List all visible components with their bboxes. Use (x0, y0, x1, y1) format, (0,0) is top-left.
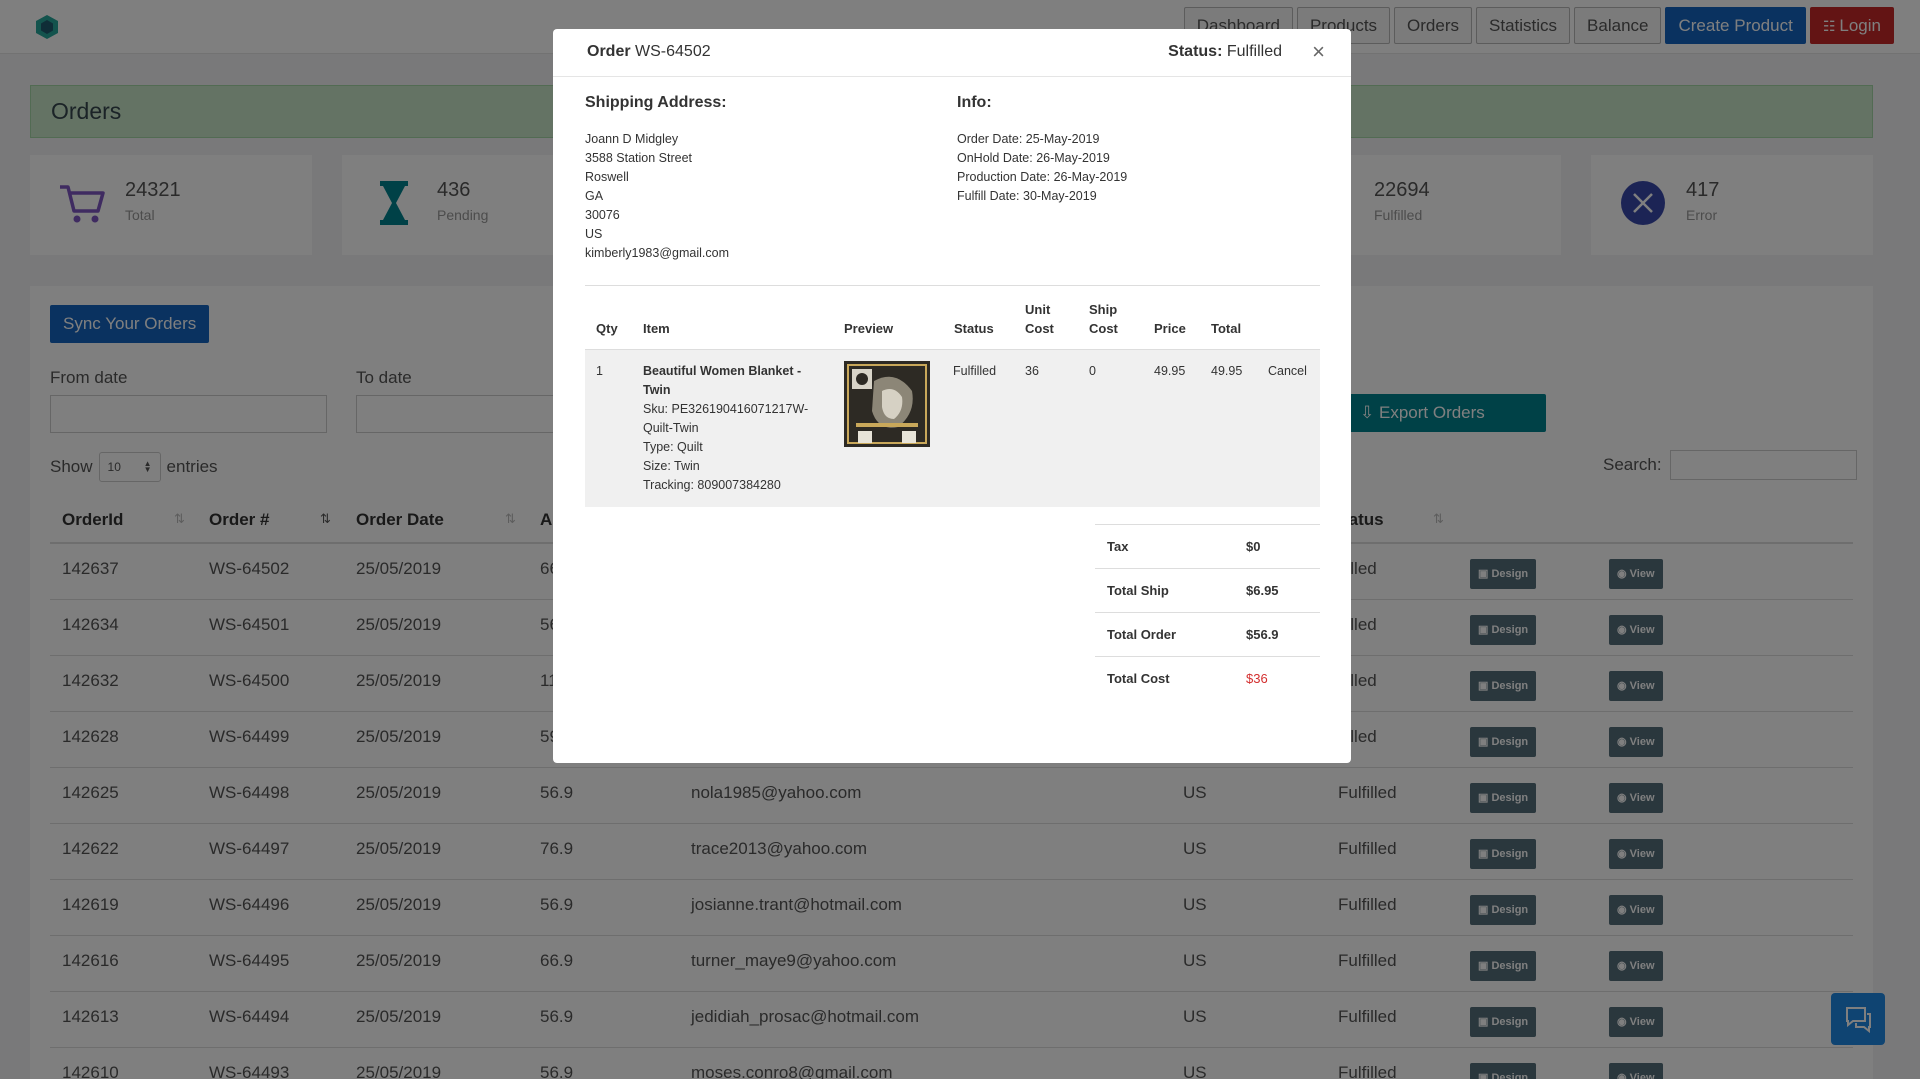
totals-row: Total Cost $36 (1095, 656, 1320, 700)
item-details: Beautiful Women Blanket - Twin Sku: PE326… (643, 362, 828, 495)
info-line: OnHold Date: 26-May-2019 (957, 151, 1110, 165)
order-info: Order Date: 25-May-2019 OnHold Date: 26-… (957, 130, 1127, 206)
address-line: 30076 (585, 208, 620, 222)
address-line: 3588 Station Street (585, 151, 693, 165)
info-title: Info: (957, 94, 992, 111)
col-ship-line2: Cost (1089, 321, 1118, 336)
totals-label: Total Order (1107, 627, 1177, 642)
item-ship-cost: 0 (1089, 364, 1096, 378)
item-sku: Sku: PE326190416071217W- Quilt-Twin (643, 400, 828, 438)
modal-body: Shipping Address: Joann D Midgley 3588 S… (568, 78, 1336, 732)
status-value: Fulfilled (1226, 43, 1282, 60)
item-name: Beautiful Women Blanket - Twin (643, 362, 828, 400)
modal-title: Order WS-64502 (587, 43, 711, 61)
totals-row: Total Ship $6.95 (1095, 568, 1320, 612)
order-label: Order (587, 43, 631, 60)
col-total: Total (1211, 321, 1242, 336)
col-status: Status (954, 321, 994, 336)
item-row: 1 Beautiful Women Blanket - Twin Sku: PE3… (585, 350, 1320, 507)
col-price: Price (1154, 321, 1186, 336)
item-sku-line2: Quilt-Twin (643, 421, 699, 435)
cancel-item-link[interactable]: Cancel (1268, 362, 1307, 381)
item-unit-cost: 36 (1025, 364, 1039, 378)
status-label: Status: (1168, 43, 1223, 60)
shipping-address: Joann D Midgley 3588 Station Street Rosw… (585, 130, 729, 263)
totals-value: $6.95 (1246, 583, 1279, 598)
address-email: kimberly1983@gmail.com (585, 246, 729, 260)
totals-label: Total Ship (1107, 583, 1169, 598)
totals-label: Tax (1107, 539, 1129, 554)
item-price: 49.95 (1154, 364, 1186, 378)
item-sku-line1: Sku: PE326190416071217W- (643, 402, 809, 416)
col-preview: Preview (844, 321, 894, 336)
order-number: WS-64502 (635, 43, 711, 60)
items-table-header: Qty Item Preview Status Unit Cost Ship Cos… (585, 286, 1320, 350)
info-line: Production Date: 26-May-2019 (957, 170, 1128, 184)
total-cost-value: $36 (1246, 671, 1268, 686)
info-line: Fulfill Date: 30-May-2019 (957, 189, 1097, 203)
product-preview-image[interactable] (844, 361, 930, 447)
address-line: Roswell (585, 170, 629, 184)
address-line: GA (585, 189, 604, 203)
modal-status: Status: Fulfilled (1168, 43, 1282, 61)
order-details-modal: Order WS-64502 Status: Fulfilled × Shipp… (553, 29, 1351, 763)
totals-row: Total Order $56.9 (1095, 612, 1320, 656)
col-unit-line1: Unit (1025, 302, 1051, 317)
item-tracking: Tracking: 809007384280 (643, 478, 781, 492)
col-unit-cost: Unit Cost (1025, 300, 1054, 338)
address-line: Joann D Midgley (585, 132, 679, 146)
item-size: Size: Twin (643, 459, 700, 473)
totals-row: Tax $0 (1095, 524, 1320, 568)
col-unit-line2: Cost (1025, 321, 1054, 336)
modal-header: Order WS-64502 Status: Fulfilled × (553, 29, 1351, 77)
item-total: 49.95 (1211, 364, 1243, 378)
totals-value: $0 (1246, 539, 1261, 554)
info-line: Order Date: 25-May-2019 (957, 132, 1100, 146)
col-item: Item (643, 321, 670, 336)
blanket-image (844, 361, 930, 447)
address-line: US (585, 227, 603, 241)
shipping-title: Shipping Address: (585, 94, 727, 111)
order-totals: Tax $0 Total Ship $6.95 Total Order $56.… (1095, 524, 1320, 700)
col-qty: Qty (596, 321, 618, 336)
item-name-line2: Twin (643, 383, 671, 397)
close-icon[interactable]: × (1312, 39, 1325, 65)
col-ship-cost: Ship Cost (1089, 300, 1118, 338)
totals-value: $56.9 (1246, 627, 1279, 642)
item-type: Type: Quilt (643, 440, 703, 454)
totals-label: Total Cost (1107, 671, 1170, 686)
item-status: Fulfilled (953, 364, 997, 378)
item-qty: 1 (596, 364, 603, 378)
item-name-line1: Beautiful Women Blanket - (643, 364, 802, 378)
col-ship-line1: Ship (1089, 302, 1118, 317)
